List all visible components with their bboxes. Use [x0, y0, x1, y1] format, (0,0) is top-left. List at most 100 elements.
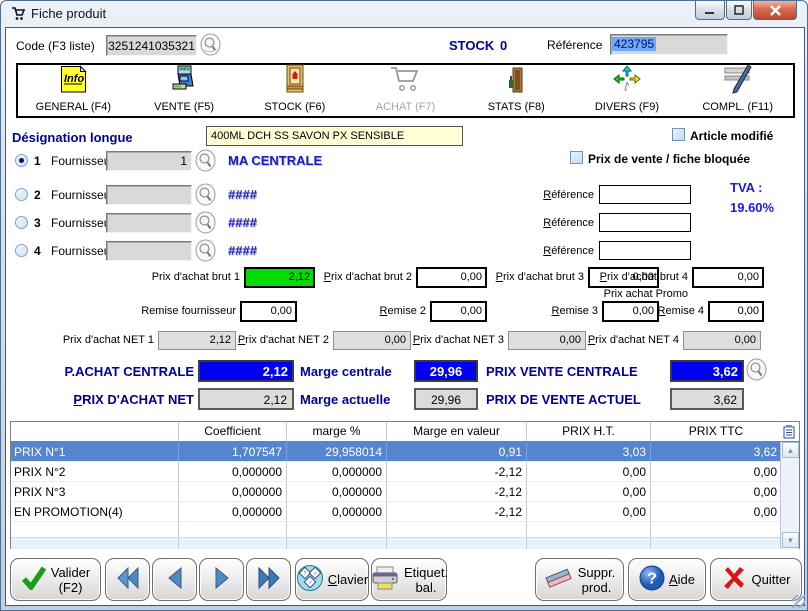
table-row[interactable]: PRIX N°1 1,707547 29,958014 0,91 3,03 3,…	[11, 442, 799, 462]
fiche-produit-window: Fiche produit Code (F3 liste) 3251241035…	[0, 0, 808, 611]
code-search-icon[interactable]	[200, 33, 221, 56]
supplier-number: 1	[34, 154, 41, 168]
supplier-code-input[interactable]	[106, 241, 192, 261]
tab-stats[interactable]: STATS (F8)	[461, 65, 572, 116]
tab-vente[interactable]: 12.40 VENTE (F5)	[129, 65, 240, 116]
brut2-label: Prix d'achat brut 2	[274, 271, 412, 283]
clavier-button[interactable]: ?✓✓ Clavier	[295, 558, 369, 601]
header-prix-ttc: PRIX TTC	[651, 422, 782, 441]
achat-centrale-label: P.ACHAT CENTRALE	[6, 364, 194, 379]
previous-record-button[interactable]	[152, 558, 197, 601]
resize-grip[interactable]	[792, 595, 805, 608]
supplier-reference-label: Référence	[512, 189, 594, 201]
designation-input[interactable]: 400ML DCH SS SAVON PX SENSIBLE	[206, 126, 463, 146]
title-bar[interactable]: Fiche produit	[1, 1, 807, 27]
svg-text:12.40: 12.40	[180, 68, 189, 72]
supplier-reference-input[interactable]	[599, 213, 691, 232]
next-record-button[interactable]	[199, 558, 244, 601]
stock-value: 0	[500, 38, 507, 53]
tab-general[interactable]: Info GENERAL (F4)	[18, 65, 129, 116]
table-properties-icon[interactable]	[780, 423, 798, 441]
supplier-number: 2	[34, 188, 41, 202]
supplier-code-input[interactable]	[106, 185, 192, 205]
tab-label: VENTE (F5)	[154, 101, 214, 113]
header-marge-pct: marge %	[287, 422, 387, 441]
vente-centrale-search-icon[interactable]	[746, 358, 767, 381]
supplier-1-radio[interactable]	[15, 154, 28, 167]
table-row[interactable]: PRIX N°3 0,000000 0,000000 -2,12 0,00 0,…	[11, 482, 799, 502]
vente-actuel-value: 3,62	[670, 388, 744, 410]
cell-marge-pct: 0,000000	[287, 482, 387, 501]
supplier-3-radio[interactable]	[15, 216, 28, 229]
reference-input[interactable]: 423795	[610, 34, 728, 55]
supplier-name: ####	[228, 187, 257, 202]
maximize-button[interactable]	[726, 1, 752, 20]
article-modifie-label: Article modifié	[690, 129, 773, 143]
supplier-reference-label: Référence	[512, 217, 594, 229]
reference-selected-text: 423795	[612, 37, 656, 51]
tab-label: STOCK (F6)	[264, 101, 325, 113]
minimize-button[interactable]	[695, 1, 725, 20]
etiquette-balance-button[interactable]: Etiquet.bal.	[371, 558, 447, 601]
last-record-button[interactable]	[246, 558, 291, 601]
tab-label: ACHAT (F7)	[376, 101, 436, 113]
keypad-icon: ?✓✓	[296, 564, 324, 595]
stock-cabinet-icon	[282, 64, 308, 99]
code-input[interactable]: 3251241035321	[106, 35, 197, 56]
etiquette-label: Etiquet.	[404, 565, 448, 580]
tab-label: DIVERS (F9)	[595, 101, 659, 113]
table-row[interactable]: EN PROMOTION(4) 0,000000 0,000000 -2,12 …	[11, 502, 799, 522]
clavier-label: Clavier	[328, 572, 368, 587]
svg-text:Info: Info	[64, 73, 84, 85]
remise1-label: Remise fournisseur	[72, 305, 236, 317]
cell-prix-ht: 0,00	[527, 502, 651, 521]
table-row[interactable]: PRIX N°2 0,000000 0,000000 -2,12 0,00 0,…	[11, 462, 799, 482]
tab-stock[interactable]: STOCK (F6)	[239, 65, 350, 116]
cell-prix-ttc: 0,00	[651, 462, 782, 481]
supplier-search-icon[interactable]	[195, 211, 216, 234]
fiche-bloquee-checkbox[interactable]	[570, 151, 583, 164]
supplier-reference-input[interactable]	[599, 241, 691, 260]
net3-label: Prix d'achat NET 3	[364, 334, 504, 346]
window-content: Code (F3 liste) 3251241035321 STOCK 0 Ré…	[5, 27, 805, 606]
valider-button[interactable]: Valider(F2)	[10, 558, 101, 601]
supprimer-produit-button[interactable]: Suppr.prod.	[535, 558, 624, 601]
aide-button[interactable]: ? Aide	[628, 558, 706, 601]
supplier-search-icon[interactable]	[195, 183, 216, 206]
cell-name: EN PROMOTION(4)	[11, 502, 179, 521]
cell-marge-valeur: -2,12	[387, 462, 527, 481]
svg-text:✓: ✓	[313, 571, 317, 577]
cell-prix-ht: 0,00	[527, 482, 651, 501]
supplier-code-input[interactable]	[106, 213, 192, 233]
vente-centrale-value: 3,62	[670, 360, 744, 382]
scroll-down-icon[interactable]: ▼	[782, 532, 799, 548]
right-arrow-icon	[212, 566, 232, 593]
quitter-label: Quitter	[751, 572, 790, 587]
article-modifie-checkbox[interactable]	[672, 128, 685, 141]
remise4-input[interactable]: 0,00	[708, 301, 764, 322]
remise1-input[interactable]: 0,00	[240, 301, 297, 322]
supplier-2-radio[interactable]	[15, 188, 28, 201]
supplier-reference-input[interactable]	[599, 185, 691, 204]
remise2-input[interactable]: 0,00	[430, 301, 487, 322]
supplier-search-icon[interactable]	[195, 239, 216, 262]
tab-achat[interactable]: ACHAT (F7)	[350, 65, 461, 116]
tab-compl[interactable]: COMPL. (F11)	[682, 65, 793, 116]
suppr-label2: prod.	[582, 580, 612, 595]
quitter-button[interactable]: Quitter	[710, 558, 802, 601]
first-record-button[interactable]	[105, 558, 150, 601]
table-empty-area	[11, 522, 799, 537]
tab-divers[interactable]: DIVERS (F9)	[572, 65, 683, 116]
table-scrollbar[interactable]: ▲ ▼	[780, 442, 799, 548]
close-button[interactable]	[753, 1, 797, 20]
brut4-input[interactable]: 0,00	[692, 267, 764, 288]
supplier-code-input[interactable]: 1	[106, 151, 192, 171]
help-icon: ?	[639, 565, 665, 594]
window-title: Fiche produit	[31, 6, 106, 21]
scroll-up-icon[interactable]: ▲	[782, 442, 799, 458]
svg-text:?: ?	[303, 571, 306, 577]
supplier-4-radio[interactable]	[15, 244, 28, 257]
eraser-icon	[544, 565, 574, 594]
marge-centrale-label: Marge centrale	[300, 364, 392, 379]
supplier-search-icon[interactable]	[195, 149, 216, 172]
